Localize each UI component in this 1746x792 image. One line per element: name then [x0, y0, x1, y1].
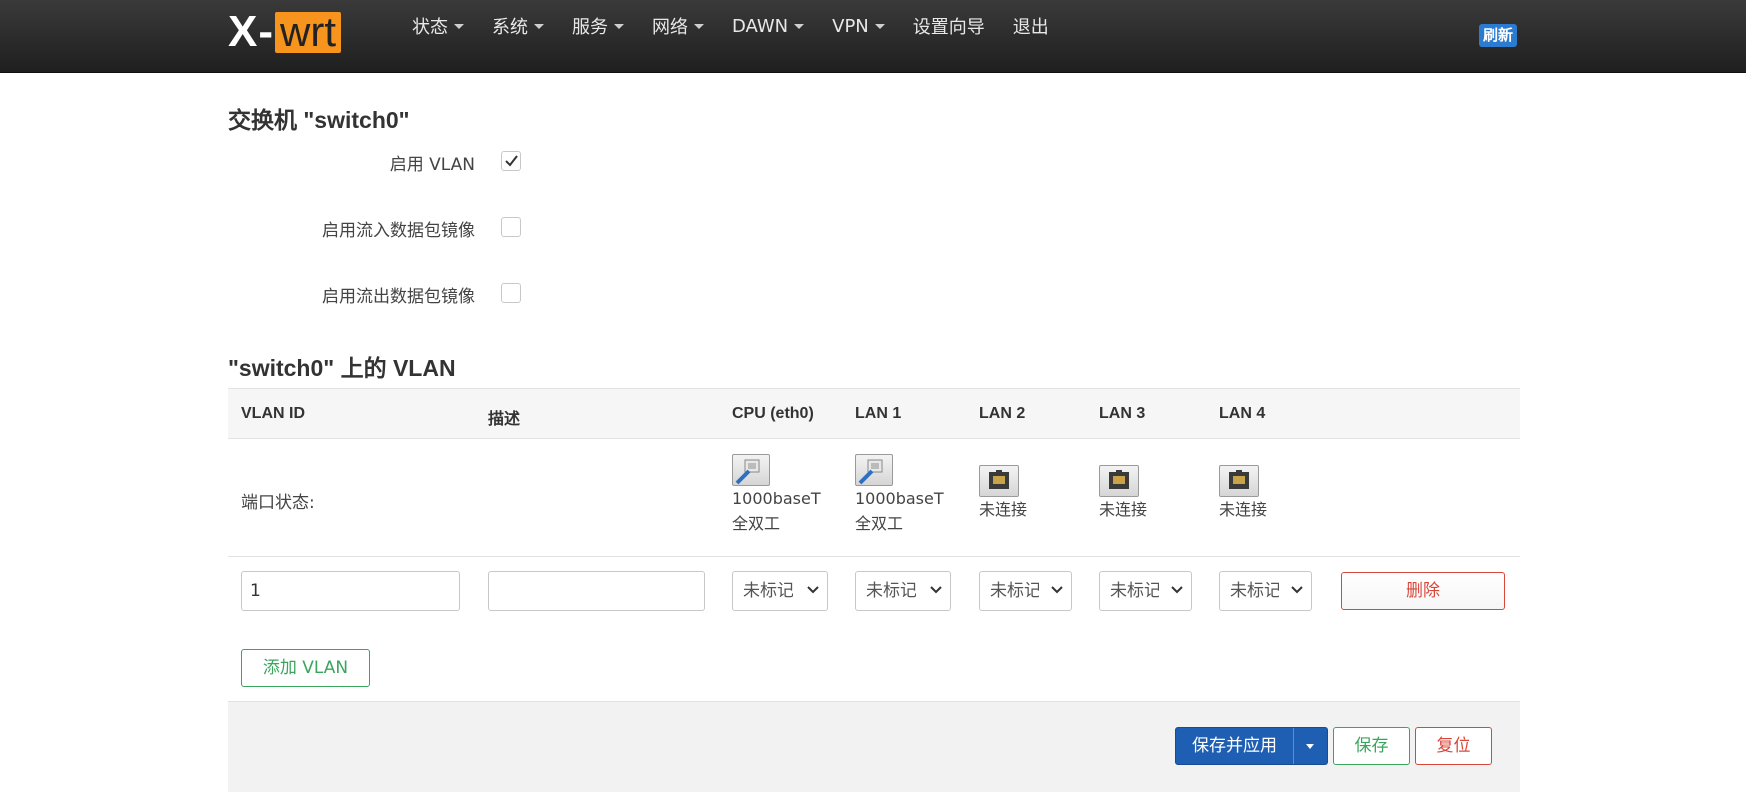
main-menu: 状态 系统 服务 网络 DAWN VPN 设置向导 退出 — [412, 0, 1077, 52]
egress-mirror-label: 启用流出数据包镜像 — [322, 287, 475, 307]
chevron-down-icon — [614, 23, 624, 29]
reset-button[interactable]: 复位 — [1415, 727, 1492, 765]
menu-network-label: 网络 — [652, 17, 688, 38]
port-status-label: 端口状态: — [241, 493, 315, 513]
chevron-down-icon — [534, 23, 544, 29]
lan4-tagging-value: 未标记 — [1230, 581, 1279, 601]
menu-vpn-label: VPN — [832, 15, 869, 37]
port-lan1: 1000baseT 全双工 — [855, 454, 944, 536]
menu-system-label: 系统 — [492, 17, 528, 38]
lan3-tagging-value: 未标记 — [1110, 581, 1159, 601]
port-lan3: 未连接 — [1099, 465, 1147, 522]
chevron-down-icon — [930, 586, 942, 594]
menu-status[interactable]: 状态 — [412, 13, 464, 39]
enable-vlan-label: 启用 VLAN — [389, 155, 475, 175]
vlan-description-input[interactable] — [488, 571, 705, 611]
port-lan3-status: 未连接 — [1099, 500, 1148, 519]
chevron-down-icon — [807, 586, 819, 594]
menu-system[interactable]: 系统 — [492, 13, 544, 39]
logo-x: X — [228, 7, 257, 56]
chevron-down-icon — [694, 23, 704, 29]
th-lan3: LAN 3 — [1099, 405, 1146, 422]
checkmark-icon — [505, 155, 518, 167]
save-apply-label: 保存并应用 — [1192, 736, 1277, 756]
lan1-tagging-select[interactable]: 未标记 — [855, 571, 951, 611]
top-navbar: X - wrt 状态 系统 服务 网络 DAWN VPN 设置向导 退出 刷新 — [0, 0, 1746, 73]
chevron-down-icon — [794, 23, 805, 29]
row-divider — [228, 556, 1520, 557]
port-lan4: 未连接 — [1219, 465, 1267, 522]
ingress-mirror-checkbox[interactable] — [501, 217, 521, 237]
lan1-tagging-value: 未标记 — [866, 581, 917, 601]
port-cpu-duplex: 全双工 — [732, 514, 781, 533]
port-cpu-speed: 1000baseT — [732, 489, 821, 508]
th-lan1: LAN 1 — [855, 405, 902, 422]
chevron-down-icon — [1171, 586, 1183, 594]
vlan-table-header: VLAN ID 描述 CPU (eth0) LAN 1 LAN 2 LAN 3 … — [228, 388, 1520, 439]
menu-wizard[interactable]: 设置向导 — [913, 13, 985, 39]
lan3-tagging-select[interactable]: 未标记 — [1099, 571, 1192, 611]
switch-section-title: 交换机 "switch0" — [228, 107, 410, 133]
save-apply-dropdown-toggle[interactable] — [1293, 728, 1327, 764]
chevron-down-icon — [1051, 586, 1063, 594]
refresh-badge[interactable]: 刷新 — [1479, 24, 1518, 47]
ethernet-connected-icon — [855, 454, 893, 486]
ingress-mirror-label: 启用流入数据包镜像 — [322, 221, 475, 241]
delete-vlan-button[interactable]: 删除 — [1341, 572, 1505, 610]
logo-wrt: wrt — [275, 10, 342, 53]
menu-logout[interactable]: 退出 — [1013, 13, 1049, 39]
lan2-tagging-select[interactable]: 未标记 — [979, 571, 1072, 611]
menu-dawn-label: DAWN — [732, 15, 789, 37]
th-cpu: CPU (eth0) — [732, 405, 814, 422]
port-lan4-status: 未连接 — [1219, 500, 1268, 519]
ethernet-disconnected-icon — [1099, 465, 1139, 497]
menu-services-label: 服务 — [572, 17, 608, 38]
menu-logout-label: 退出 — [1012, 17, 1049, 38]
menu-network[interactable]: 网络 — [652, 13, 704, 39]
menu-services[interactable]: 服务 — [572, 13, 624, 39]
ethernet-disconnected-icon — [1219, 465, 1259, 497]
chevron-down-icon — [454, 23, 464, 29]
th-vlan-id: VLAN ID — [241, 405, 305, 422]
th-description: 描述 — [488, 411, 521, 428]
vlan-section-title: "switch0" 上的 VLAN — [228, 355, 456, 381]
ethernet-disconnected-icon — [979, 465, 1019, 497]
port-lan1-duplex: 全双工 — [855, 514, 904, 533]
enable-vlan-checkbox[interactable] — [501, 151, 521, 171]
menu-wizard-label: 设置向导 — [912, 17, 985, 38]
chevron-down-icon — [1291, 586, 1303, 594]
th-lan2: LAN 2 — [979, 405, 1026, 422]
xwrt-logo[interactable]: X - wrt — [228, 7, 342, 56]
lan2-tagging-value: 未标记 — [990, 581, 1039, 601]
cpu-tagging-select[interactable]: 未标记 — [732, 571, 828, 611]
port-lan2-status: 未连接 — [979, 500, 1028, 519]
th-lan4: LAN 4 — [1219, 405, 1266, 422]
port-cpu: 1000baseT 全双工 — [732, 454, 821, 536]
logo-dash: - — [258, 7, 274, 56]
port-lan1-speed: 1000baseT — [855, 489, 944, 508]
egress-mirror-checkbox[interactable] — [501, 283, 521, 303]
cpu-tagging-value: 未标记 — [743, 581, 794, 601]
add-vlan-button[interactable]: 添加 VLAN — [241, 649, 370, 687]
lan4-tagging-select[interactable]: 未标记 — [1219, 571, 1312, 611]
port-lan2: 未连接 — [979, 465, 1027, 522]
vlan-id-input[interactable]: 1 — [241, 571, 460, 611]
menu-dawn[interactable]: DAWN — [732, 15, 805, 37]
menu-vpn[interactable]: VPN — [832, 16, 885, 37]
save-apply-button[interactable]: 保存并应用 — [1175, 727, 1328, 765]
ethernet-connected-icon — [732, 454, 770, 486]
caret-down-icon — [1306, 744, 1314, 749]
chevron-down-icon — [874, 23, 885, 29]
save-button[interactable]: 保存 — [1333, 727, 1410, 765]
menu-status-label: 状态 — [412, 17, 448, 38]
